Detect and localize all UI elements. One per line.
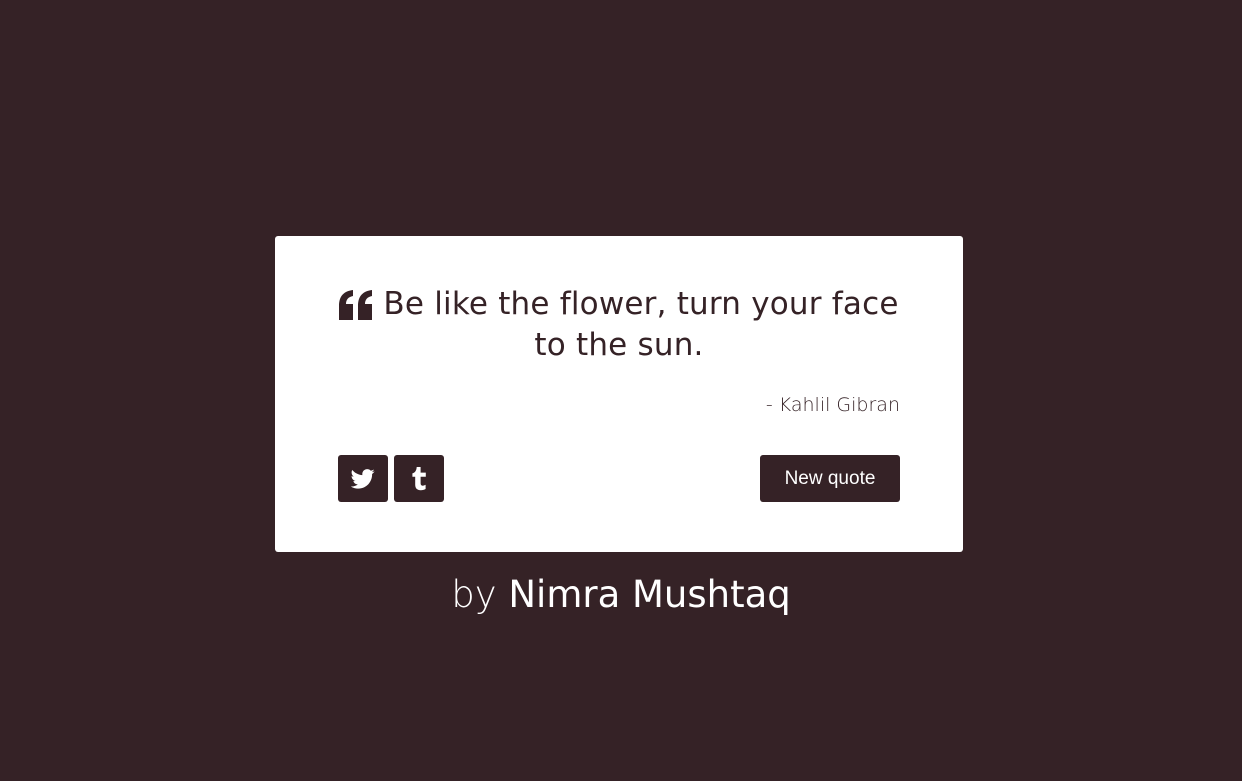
- credit-name: Nimra Mushtaq: [508, 573, 791, 616]
- tumblr-icon: [412, 466, 426, 490]
- quote-author: - Kahlil Gibran: [765, 394, 900, 416]
- credit-prefix: by: [451, 573, 509, 616]
- quote-text: Be like the flower, turn your face to th…: [383, 286, 899, 363]
- twitter-icon: [351, 468, 375, 489]
- quote-box: Be like the flower, turn your face to th…: [275, 236, 963, 552]
- quote-text-container: Be like the flower, turn your face to th…: [338, 284, 900, 366]
- tweet-button[interactable]: [338, 455, 388, 502]
- new-quote-button[interactable]: New quote: [760, 455, 900, 502]
- quote-left-icon: [339, 290, 373, 320]
- author-credit: by Nimra Mushtaq: [0, 570, 1242, 620]
- tumblr-button[interactable]: [394, 455, 444, 502]
